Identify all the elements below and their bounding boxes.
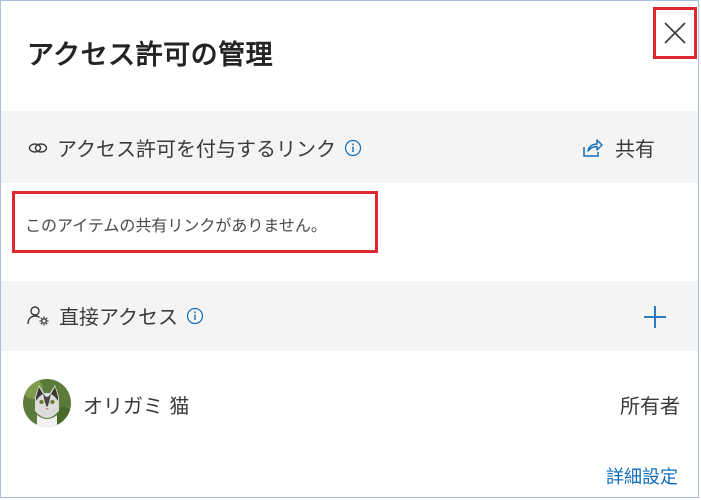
person-settings-icon xyxy=(27,305,49,325)
panel-title: アクセス許可の管理 xyxy=(27,40,274,71)
info-icon[interactable] xyxy=(344,139,362,157)
links-section-title: アクセス許可を付与するリンク xyxy=(57,137,336,161)
link-icon xyxy=(28,142,48,153)
person-name: オリガミ 猫 xyxy=(83,394,190,418)
manage-access-panel: アクセス許可の管理 アクセス許可を付与するリンク 共有 このアイテムの共有リンク… xyxy=(0,0,699,498)
info-icon[interactable] xyxy=(186,307,204,325)
no-links-message: このアイテムの共有リンクがありません。 xyxy=(25,216,327,235)
links-section: アクセス許可を付与するリンク 共有 xyxy=(1,111,698,183)
person-role: 所有者 xyxy=(620,394,680,418)
cat-photo-avatar xyxy=(23,379,71,427)
plus-icon xyxy=(644,306,666,328)
direct-access-header: 直接アクセス xyxy=(27,301,204,330)
no-links-message-box: このアイテムの共有リンクがありません。 xyxy=(12,191,378,253)
advanced-settings-link[interactable]: 詳細設定 xyxy=(606,463,678,489)
direct-access-section: 直接アクセス xyxy=(1,281,698,351)
direct-access-title: 直接アクセス xyxy=(59,305,178,329)
close-icon xyxy=(664,22,686,44)
share-button[interactable]: 共有 xyxy=(581,133,655,162)
close-button[interactable] xyxy=(653,7,697,59)
links-section-header: アクセス許可を付与するリンク xyxy=(27,133,362,162)
share-icon xyxy=(583,138,603,157)
add-person-button[interactable] xyxy=(641,303,669,331)
share-label: 共有 xyxy=(615,137,655,161)
